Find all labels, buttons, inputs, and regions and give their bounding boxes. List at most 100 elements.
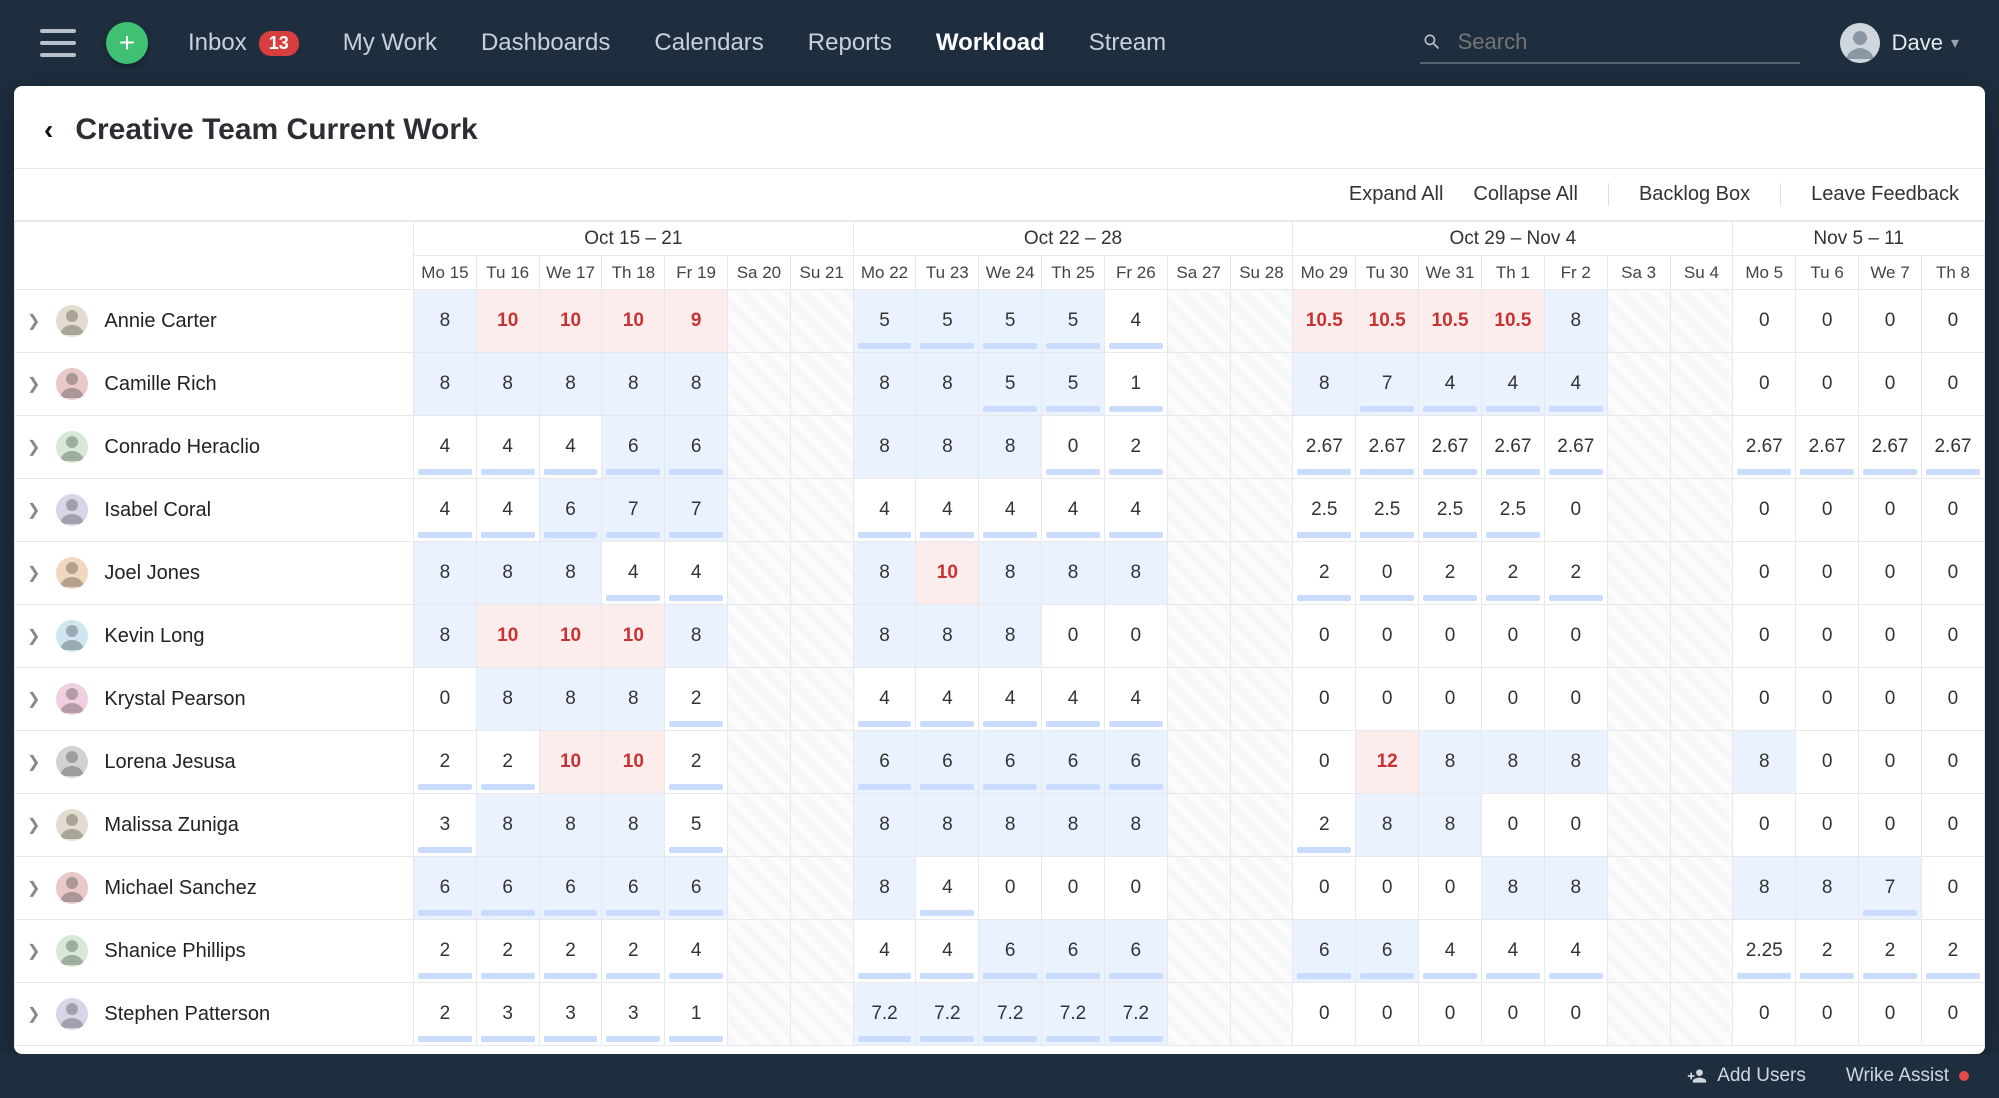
workload-cell[interactable]: 10 — [476, 290, 539, 353]
workload-cell[interactable] — [728, 983, 791, 1046]
workload-cell[interactable]: 8 — [853, 794, 916, 857]
workload-cell[interactable]: 4 — [979, 479, 1042, 542]
workload-cell[interactable]: 0 — [1859, 290, 1922, 353]
workload-cell[interactable]: 0 — [1796, 668, 1859, 731]
workload-cell[interactable]: 0 — [1104, 605, 1167, 668]
workload-cell[interactable]: 0 — [1356, 857, 1419, 920]
expand-icon[interactable]: ❯ — [27, 689, 40, 709]
workload-cell[interactable]: 4 — [414, 416, 477, 479]
workload-cell[interactable]: 4 — [853, 479, 916, 542]
workload-cell[interactable]: 0 — [1733, 290, 1796, 353]
workload-cell[interactable]: 0 — [1419, 857, 1482, 920]
leave-feedback-button[interactable]: Leave Feedback — [1811, 183, 1959, 206]
workload-cell[interactable]: 0 — [1356, 605, 1419, 668]
workload-cell[interactable] — [1230, 290, 1293, 353]
workload-cell[interactable]: 8 — [1042, 542, 1105, 605]
workload-cell[interactable] — [1167, 542, 1230, 605]
workload-cell[interactable]: 4 — [1042, 479, 1105, 542]
workload-cell[interactable]: 4 — [979, 668, 1042, 731]
workload-cell[interactable]: 0 — [1544, 668, 1607, 731]
workload-cell[interactable]: 8 — [1544, 731, 1607, 794]
workload-cell[interactable]: 3 — [602, 983, 665, 1046]
workload-cell[interactable]: 8 — [1544, 290, 1607, 353]
workload-cell[interactable] — [1230, 983, 1293, 1046]
workload-cell[interactable] — [1167, 479, 1230, 542]
workload-cell[interactable]: 0 — [1293, 731, 1356, 794]
workload-cell[interactable]: 8 — [979, 605, 1042, 668]
person-cell[interactable]: ❯ Isabel Coral — [15, 479, 414, 542]
workload-cell[interactable] — [1167, 794, 1230, 857]
workload-cell[interactable]: 4 — [916, 668, 979, 731]
workload-cell[interactable] — [1167, 290, 1230, 353]
workload-cell[interactable] — [728, 668, 791, 731]
workload-cell[interactable]: 8 — [979, 416, 1042, 479]
workload-cell[interactable]: 2.25 — [1733, 920, 1796, 983]
workload-cell[interactable] — [1607, 731, 1670, 794]
expand-all-button[interactable]: Expand All — [1349, 183, 1444, 206]
workload-cell[interactable]: 3 — [414, 794, 477, 857]
workload-cell[interactable]: 6 — [916, 731, 979, 794]
workload-cell[interactable]: 0 — [1921, 542, 1984, 605]
workload-cell[interactable]: 0 — [1796, 605, 1859, 668]
workload-cell[interactable]: 7.2 — [1042, 983, 1105, 1046]
nav-inbox[interactable]: Inbox 13 — [188, 29, 299, 57]
create-button[interactable]: + — [106, 22, 148, 64]
workload-cell[interactable]: 2.67 — [1419, 416, 1482, 479]
workload-cell[interactable]: 8 — [476, 668, 539, 731]
workload-cell[interactable]: 0 — [1796, 353, 1859, 416]
workload-cell[interactable]: 2 — [1921, 920, 1984, 983]
workload-cell[interactable]: 0 — [1042, 857, 1105, 920]
workload-cell[interactable]: 0 — [414, 668, 477, 731]
workload-cell[interactable]: 10 — [916, 542, 979, 605]
workload-cell[interactable]: 8 — [1481, 857, 1544, 920]
workload-cell[interactable]: 8 — [539, 668, 602, 731]
workload-cell[interactable]: 0 — [1859, 353, 1922, 416]
workload-cell[interactable]: 0 — [1544, 794, 1607, 857]
workload-cell[interactable]: 0 — [1104, 857, 1167, 920]
workload-cell[interactable]: 2.67 — [1859, 416, 1922, 479]
workload-cell[interactable]: 6 — [665, 857, 728, 920]
workload-cell[interactable]: 0 — [1733, 668, 1796, 731]
workload-cell[interactable]: 0 — [1356, 983, 1419, 1046]
user-menu[interactable]: Dave ▾ — [1840, 23, 1959, 63]
workload-cell[interactable]: 2 — [1481, 542, 1544, 605]
workload-cell[interactable]: 8 — [1733, 731, 1796, 794]
workload-cell[interactable]: 2.67 — [1733, 416, 1796, 479]
workload-cell[interactable] — [1167, 605, 1230, 668]
workload-cell[interactable] — [790, 353, 853, 416]
workload-cell[interactable]: 4 — [1042, 668, 1105, 731]
workload-cell[interactable]: 8 — [916, 353, 979, 416]
workload-cell[interactable] — [1167, 416, 1230, 479]
workload-cell[interactable]: 8 — [853, 857, 916, 920]
workload-cell[interactable] — [790, 290, 853, 353]
workload-cell[interactable] — [728, 857, 791, 920]
workload-cell[interactable]: 8 — [602, 668, 665, 731]
workload-cell[interactable]: 2.67 — [1544, 416, 1607, 479]
workload-cell[interactable]: 4 — [1104, 290, 1167, 353]
workload-cell[interactable] — [1670, 479, 1733, 542]
workload-cell[interactable]: 0 — [1921, 605, 1984, 668]
workload-cell[interactable]: 0 — [1859, 983, 1922, 1046]
workload-cell[interactable]: 4 — [916, 920, 979, 983]
workload-cell[interactable]: 10 — [602, 290, 665, 353]
workload-cell[interactable] — [1670, 731, 1733, 794]
workload-cell[interactable]: 8 — [1356, 794, 1419, 857]
expand-icon[interactable]: ❯ — [27, 311, 40, 331]
workload-cell[interactable]: 0 — [1859, 668, 1922, 731]
workload-cell[interactable] — [1670, 668, 1733, 731]
workload-cell[interactable]: 2 — [1104, 416, 1167, 479]
workload-cell[interactable] — [1670, 353, 1733, 416]
workload-cell[interactable] — [1230, 605, 1293, 668]
workload-cell[interactable]: 0 — [1859, 479, 1922, 542]
workload-cell[interactable]: 5 — [665, 794, 728, 857]
workload-cell[interactable]: 8 — [1104, 794, 1167, 857]
workload-cell[interactable] — [1670, 290, 1733, 353]
workload-cell[interactable] — [1607, 983, 1670, 1046]
nav-reports[interactable]: Reports — [808, 29, 892, 57]
workload-cell[interactable]: 0 — [1293, 605, 1356, 668]
workload-cell[interactable]: 3 — [539, 983, 602, 1046]
workload-cell[interactable]: 2 — [1293, 542, 1356, 605]
workload-cell[interactable] — [1607, 605, 1670, 668]
workload-cell[interactable] — [1230, 731, 1293, 794]
workload-cell[interactable]: 4 — [539, 416, 602, 479]
